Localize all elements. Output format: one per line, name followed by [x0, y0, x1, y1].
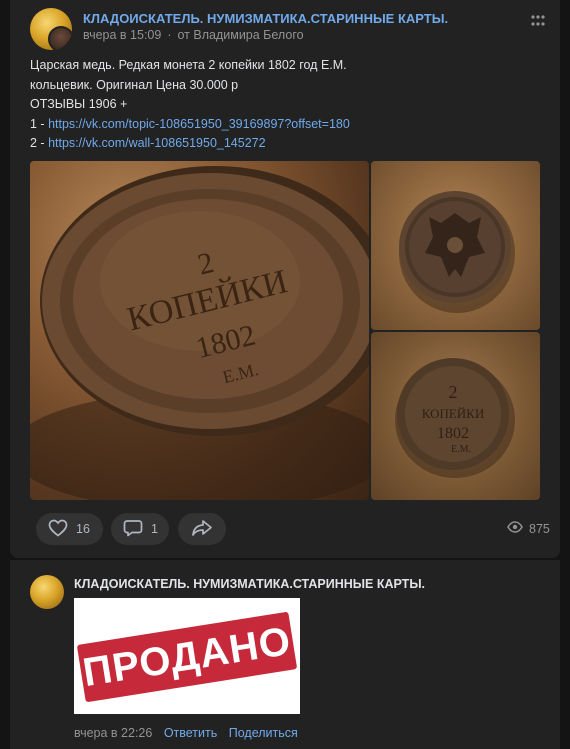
share-button[interactable] [178, 513, 226, 545]
reviews-wall-link[interactable]: https://vk.com/wall-108651950_145272 [48, 136, 266, 150]
more-icon[interactable] [529, 12, 547, 30]
post-meta: вчера в 15:09 · от Владимира Белого [83, 28, 304, 42]
coin-rev-mint: Е.М. [451, 444, 471, 455]
sold-image[interactable]: ПРОДАНО [74, 598, 300, 714]
coin-rev-denomination-word: КОПЕЙКИ [422, 406, 485, 421]
comment-author[interactable]: КЛАДОИСКАТЕЛЬ. НУМИЗМАТИКА.СТАРИННЫЕ КАР… [74, 577, 425, 591]
heart-icon [48, 519, 68, 540]
reviews-topic-link[interactable]: https://vk.com/topic-108651950_39169897?… [48, 117, 350, 131]
post-author-link[interactable]: КЛАДОИСКАТЕЛЬ. НУМИЗМАТИКА.СТАРИННЫЕ КАР… [83, 11, 448, 26]
comment-button[interactable]: 1 [111, 513, 169, 545]
post-link-row: 1 - https://vk.com/topic-108651950_39169… [30, 115, 530, 135]
post-text: Царская медь. Редкая монета 2 копейки 18… [30, 56, 530, 154]
share-icon [191, 519, 213, 540]
link-prefix: 2 - [30, 136, 49, 150]
comment-icon [123, 519, 143, 540]
link-prefix: 1 - [30, 116, 49, 131]
views-count: 875 [529, 521, 550, 536]
reply-link[interactable]: Ответить [164, 726, 217, 740]
eye-icon [507, 521, 523, 536]
views-counter: 875 [507, 521, 550, 536]
like-count: 16 [76, 522, 90, 536]
coin-photo-reverse[interactable]: 2 КОПЕЙКИ 1802 Е.М. [371, 332, 540, 500]
coin-rev-year: 1802 [437, 425, 469, 442]
community-avatar[interactable] [30, 8, 72, 50]
post-text-line: ОТЗЫВЫ 1906 + [30, 97, 128, 111]
sold-stamp-text: ПРОДАНО [79, 618, 295, 695]
like-button[interactable]: 16 [36, 513, 103, 545]
coin-photo-obverse[interactable] [371, 161, 540, 330]
post-text-line: Царская медь. Редкая монета 2 копейки 18… [30, 58, 347, 72]
coin-rev-denomination-num: 2 [449, 382, 458, 402]
post-link-row: 2 - https://vk.com/wall-108651950_145272 [30, 134, 530, 154]
sold-stamp: ПРОДАНО [76, 611, 298, 703]
post-text-line: кольцевик. Оригинал Цена 30.000 р [30, 77, 239, 92]
post-signer[interactable]: от Владимира Белого [178, 28, 304, 42]
comment-footer: вчера в 22:26 Ответить Поделиться [74, 726, 298, 740]
share-link[interactable]: Поделиться [229, 726, 298, 740]
meta-separator: · [167, 28, 172, 42]
coin-photo-main[interactable]: 2 КОПЕЙКИ 1802 Е.М. [30, 161, 369, 500]
comment-time[interactable]: вчера в 22:26 [74, 726, 152, 740]
comment-avatar[interactable] [30, 575, 64, 609]
post-time[interactable]: вчера в 15:09 [83, 28, 161, 42]
comment-card: КЛАДОИСКАТЕЛЬ. НУМИЗМАТИКА.СТАРИННЫЕ КАР… [10, 560, 560, 749]
post-card: КЛАДОИСКАТЕЛЬ. НУМИЗМАТИКА.СТАРИННЫЕ КАР… [10, 0, 560, 558]
comment-count: 1 [151, 522, 158, 536]
